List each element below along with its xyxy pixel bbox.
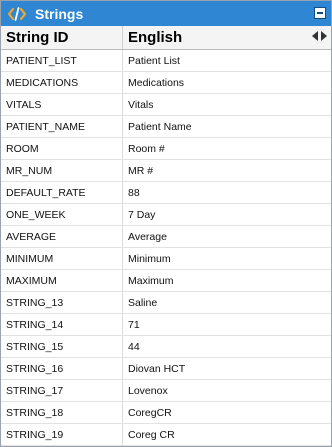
string-id-cell[interactable]: ROOM <box>1 138 123 159</box>
arrow-left-icon[interactable] <box>312 31 318 41</box>
string-id-cell[interactable]: PATIENT_LIST <box>1 50 123 71</box>
english-cell[interactable]: Coreg CR <box>123 424 331 445</box>
string-id-cell[interactable]: AVERAGE <box>1 226 123 247</box>
panel-titlebar: Strings <box>1 1 331 26</box>
table-row[interactable]: PATIENT_NAME Patient Name <box>1 116 331 138</box>
table-row[interactable]: DEFAULT_RATE 88 <box>1 182 331 204</box>
string-id-cell[interactable]: STRING_18 <box>1 402 123 423</box>
table-row[interactable]: STRING_17 Lovenox <box>1 380 331 402</box>
string-id-cell[interactable]: MINIMUM <box>1 248 123 269</box>
english-cell[interactable]: Saline <box>123 292 331 313</box>
english-cell[interactable]: Vitals <box>123 94 331 115</box>
english-cell[interactable]: Medications <box>123 72 331 93</box>
english-cell[interactable]: MR # <box>123 160 331 181</box>
string-id-cell[interactable]: ONE_WEEK <box>1 204 123 225</box>
table-row[interactable]: STRING_13 Saline <box>1 292 331 314</box>
english-cell[interactable]: Diovan HCT <box>123 358 331 379</box>
column-header-string-id[interactable]: String ID <box>1 26 123 49</box>
arrow-right-icon[interactable] <box>321 31 327 41</box>
english-cell[interactable]: Room # <box>123 138 331 159</box>
english-cell[interactable]: CoregCR <box>123 402 331 423</box>
code-icon <box>7 6 27 22</box>
table-row[interactable]: ROOM Room # <box>1 138 331 160</box>
string-id-cell[interactable]: VITALS <box>1 94 123 115</box>
string-id-cell[interactable]: STRING_14 <box>1 314 123 335</box>
table-header: String ID English <box>1 26 331 50</box>
string-id-cell[interactable]: MR_NUM <box>1 160 123 181</box>
column-header-english[interactable]: English <box>123 26 331 49</box>
string-id-cell[interactable]: STRING_13 <box>1 292 123 313</box>
table-row[interactable]: MR_NUM MR # <box>1 160 331 182</box>
table-body: PATIENT_LIST Patient List MEDICATIONS Medic… <box>1 50 331 446</box>
table-row[interactable]: VITALS Vitals <box>1 94 331 116</box>
table-row[interactable]: ONE_WEEK 7 Day <box>1 204 331 226</box>
table-row[interactable]: MEDICATIONS Medications <box>1 72 331 94</box>
string-id-cell[interactable]: PATIENT_NAME <box>1 116 123 137</box>
english-cell[interactable]: Patient List <box>123 50 331 71</box>
string-id-cell[interactable]: STRING_15 <box>1 336 123 357</box>
english-cell[interactable]: 7 Day <box>123 204 331 225</box>
strings-panel: Strings String ID English PATIENT_LIST Pa… <box>0 0 332 447</box>
table-row[interactable]: STRING_14 71 <box>1 314 331 336</box>
string-id-cell[interactable]: MEDICATIONS <box>1 72 123 93</box>
english-cell[interactable]: Lovenox <box>123 380 331 401</box>
english-cell[interactable]: Patient Name <box>123 116 331 137</box>
table-row[interactable]: MAXIMUM Maximum <box>1 270 331 292</box>
english-cell[interactable]: 71 <box>123 314 331 335</box>
table-row[interactable]: STRING_15 44 <box>1 336 331 358</box>
panel-title: Strings <box>35 5 84 22</box>
string-id-cell[interactable]: MAXIMUM <box>1 270 123 291</box>
table-row[interactable]: STRING_19 Coreg CR <box>1 424 331 446</box>
string-id-cell[interactable]: STRING_17 <box>1 380 123 401</box>
table-row[interactable]: MINIMUM Minimum <box>1 248 331 270</box>
table-row[interactable]: AVERAGE Average <box>1 226 331 248</box>
string-id-cell[interactable]: STRING_16 <box>1 358 123 379</box>
table-row[interactable]: STRING_16 Diovan HCT <box>1 358 331 380</box>
table-row[interactable]: PATIENT_LIST Patient List <box>1 50 331 72</box>
english-cell[interactable]: Average <box>123 226 331 247</box>
table-row[interactable]: STRING_18 CoregCR <box>1 402 331 424</box>
column-scroll-arrows <box>312 31 327 41</box>
collapse-button[interactable] <box>314 7 326 19</box>
string-id-cell[interactable]: STRING_19 <box>1 424 123 445</box>
minus-icon <box>317 12 323 14</box>
english-cell[interactable]: Minimum <box>123 248 331 269</box>
string-id-cell[interactable]: DEFAULT_RATE <box>1 182 123 203</box>
english-cell[interactable]: Maximum <box>123 270 331 291</box>
english-cell[interactable]: 88 <box>123 182 331 203</box>
english-cell[interactable]: 44 <box>123 336 331 357</box>
